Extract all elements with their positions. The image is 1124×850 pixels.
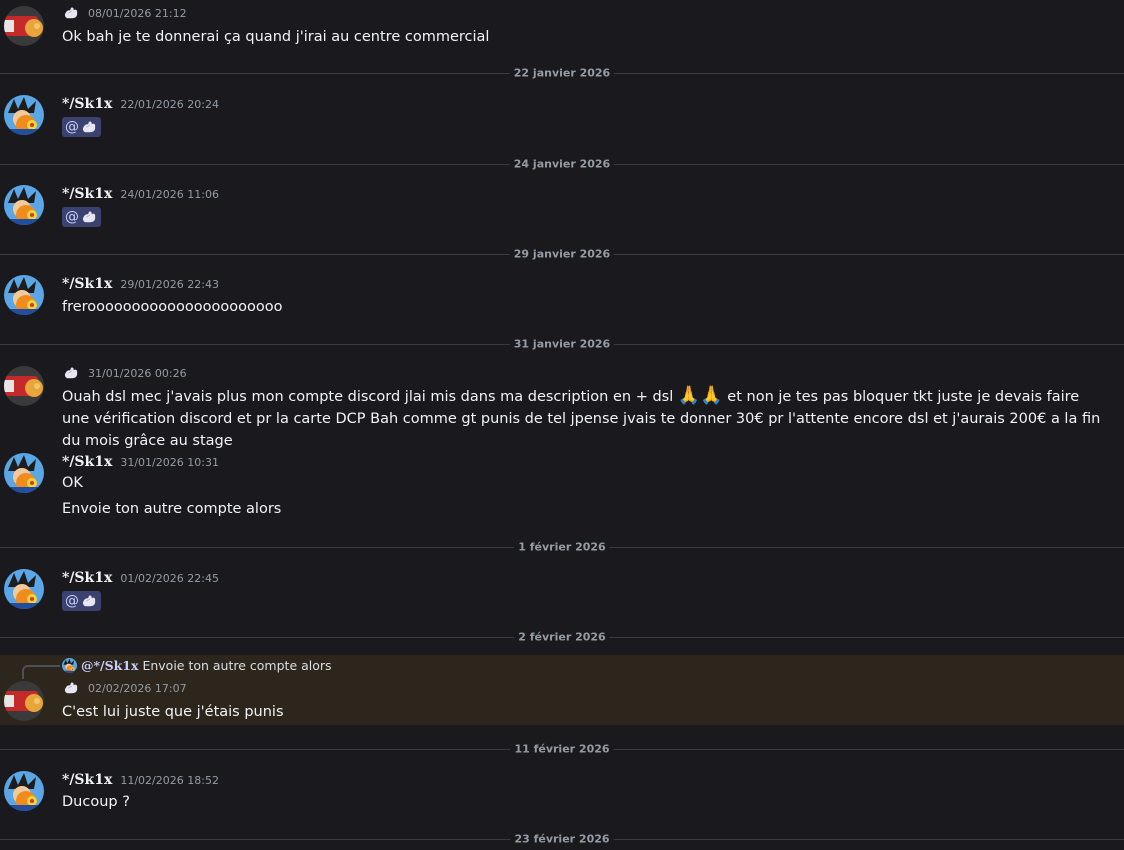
user-mention[interactable]: @ xyxy=(62,117,101,137)
username[interactable]: */Sk1x xyxy=(62,570,112,586)
reply-avatar xyxy=(62,658,77,673)
pray-emoji-icon: 🙏🙏 xyxy=(677,385,723,406)
username[interactable]: */Sk1x xyxy=(62,96,112,112)
message-3: */Sk1x 24/01/2026 11:06 @ xyxy=(0,180,1124,240)
message-8: @*/Sk1x Envoie ton autre compte alors 02… xyxy=(0,655,1124,725)
username[interactable]: */Sk1x xyxy=(62,772,112,788)
hand-emoji-icon xyxy=(82,211,96,223)
user-avatar[interactable] xyxy=(4,366,44,406)
hand-emoji-username-icon[interactable] xyxy=(62,6,80,20)
message-6: */Sk1x 31/01/2026 10:31 OK Envoie ton au… xyxy=(0,448,1124,528)
message-text: OK xyxy=(62,475,83,491)
date-divider: 23 février 2026 xyxy=(0,832,1124,846)
user-avatar[interactable] xyxy=(4,771,44,811)
message-text: Ok bah je te donnerai ça quand j'irai au… xyxy=(62,29,490,45)
username[interactable]: */Sk1x xyxy=(62,186,112,202)
user-mention[interactable]: @ xyxy=(62,591,101,611)
date-divider: 11 février 2026 xyxy=(0,742,1124,756)
reply-preview[interactable]: @*/Sk1x Envoie ton autre compte alors xyxy=(62,658,332,673)
hand-emoji-username-icon[interactable] xyxy=(62,681,80,695)
timestamp[interactable]: 24/01/2026 11:06 xyxy=(120,188,219,201)
user-mention[interactable]: @ xyxy=(62,207,101,227)
timestamp[interactable]: 31/01/2026 10:31 xyxy=(120,456,219,469)
message-text: Envoie ton autre compte alors xyxy=(62,501,282,517)
reply-username[interactable]: @*/Sk1x xyxy=(81,658,138,673)
timestamp[interactable]: 02/02/2026 17:07 xyxy=(88,682,187,695)
hand-emoji-icon xyxy=(82,595,96,607)
date-divider: 22 janvier 2026 xyxy=(0,66,1124,80)
date-divider: 2 février 2026 xyxy=(0,630,1124,644)
timestamp[interactable]: 11/02/2026 18:52 xyxy=(120,774,219,787)
user-avatar[interactable] xyxy=(4,6,44,46)
date-divider: 31 janvier 2026 xyxy=(0,337,1124,351)
username[interactable]: */Sk1x xyxy=(62,276,112,292)
timestamp[interactable]: 08/01/2026 21:12 xyxy=(88,7,187,20)
message-text: Ducoup ? xyxy=(62,794,130,810)
message-7: */Sk1x 01/02/2026 22:45 @ xyxy=(0,564,1124,624)
reply-connector xyxy=(22,665,60,679)
user-avatar[interactable] xyxy=(4,681,44,721)
timestamp[interactable]: 31/01/2026 00:26 xyxy=(88,367,187,380)
timestamp[interactable]: 01/02/2026 22:45 xyxy=(120,572,219,585)
username[interactable]: */Sk1x xyxy=(62,454,112,470)
user-avatar[interactable] xyxy=(4,95,44,135)
date-divider: 29 janvier 2026 xyxy=(0,247,1124,261)
message-text: C'est lui juste que j'étais punis xyxy=(62,704,284,720)
message-text: Ouah dsl mec j'avais plus mon compte dis… xyxy=(62,385,1101,449)
timestamp[interactable]: 29/01/2026 22:43 xyxy=(120,278,219,291)
timestamp[interactable]: 22/01/2026 20:24 xyxy=(120,98,219,111)
message-5: 31/01/2026 00:26 Ouah dsl mec j'avais pl… xyxy=(0,360,1124,449)
hand-emoji-icon xyxy=(82,121,96,133)
message-1: 08/01/2026 21:12 Ok bah je te donnerai ç… xyxy=(0,0,1124,60)
date-divider: 24 janvier 2026 xyxy=(0,157,1124,171)
user-avatar[interactable] xyxy=(4,453,44,493)
message-9: */Sk1x 11/02/2026 18:52 Ducoup ? xyxy=(0,766,1124,826)
message-text: freroooooooooooooooooooooo xyxy=(62,299,283,315)
hand-emoji-username-icon[interactable] xyxy=(62,366,80,380)
message-4: */Sk1x 29/01/2026 22:43 freroooooooooooo… xyxy=(0,270,1124,330)
user-avatar[interactable] xyxy=(4,569,44,609)
date-divider: 1 février 2026 xyxy=(0,540,1124,554)
reply-text: Envoie ton autre compte alors xyxy=(142,658,332,673)
user-avatar[interactable] xyxy=(4,275,44,315)
message-2: */Sk1x 22/01/2026 20:24 @ xyxy=(0,90,1124,150)
user-avatar[interactable] xyxy=(4,185,44,225)
